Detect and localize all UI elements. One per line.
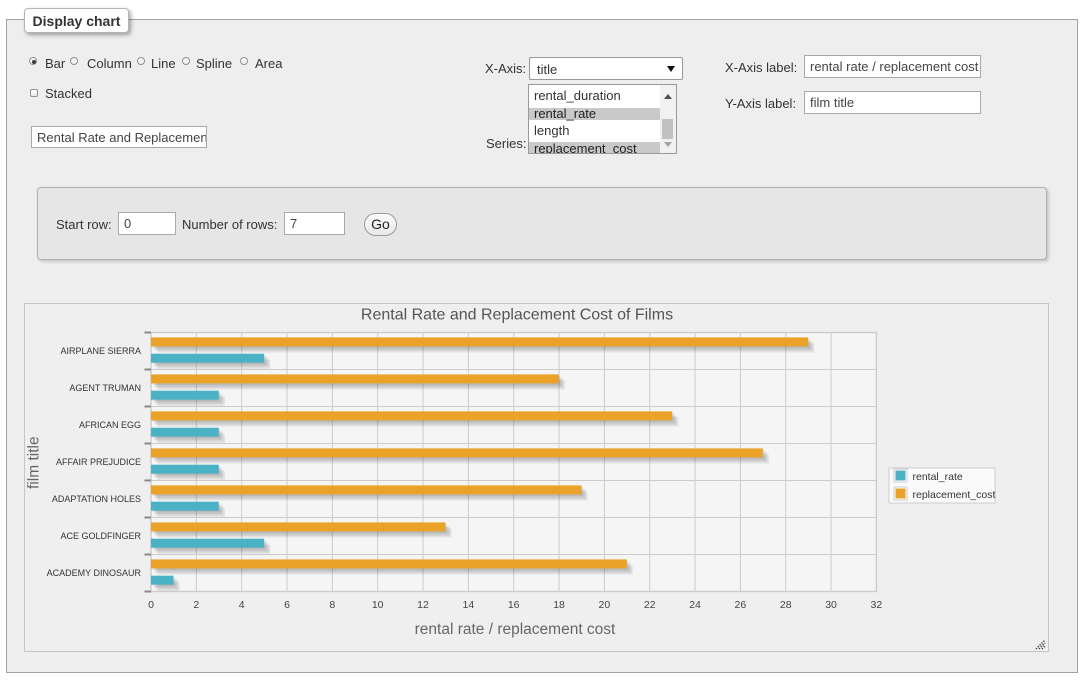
svg-text:6: 6: [284, 599, 290, 611]
svg-text:AFRICAN EGG: AFRICAN EGG: [79, 420, 141, 430]
svg-text:rental rate / replacement cost: rental rate / replacement cost: [415, 621, 616, 638]
svg-text:4: 4: [239, 599, 245, 611]
svg-text:22: 22: [644, 599, 656, 611]
svg-text:ACE GOLDFINGER: ACE GOLDFINGER: [60, 531, 141, 541]
svg-text:Rental Rate and Replacement Co: Rental Rate and Replacement Cost of Film…: [361, 306, 673, 323]
svg-text:replacement_cost: replacement_cost: [913, 489, 996, 501]
svg-text:rental_rate: rental_rate: [913, 471, 963, 483]
svg-text:0: 0: [148, 599, 154, 611]
svg-text:film title: film title: [26, 436, 43, 489]
svg-text:26: 26: [735, 599, 747, 611]
svg-text:32: 32: [871, 599, 883, 611]
svg-text:12: 12: [417, 599, 429, 611]
svg-text:14: 14: [463, 599, 475, 611]
svg-text:10: 10: [372, 599, 384, 611]
svg-text:20: 20: [599, 599, 611, 611]
svg-text:AGENT TRUMAN: AGENT TRUMAN: [69, 383, 141, 393]
svg-text:AIRPLANE SIERRA: AIRPLANE SIERRA: [60, 346, 141, 356]
svg-text:ACADEMY DINOSAUR: ACADEMY DINOSAUR: [47, 568, 142, 578]
svg-text:8: 8: [329, 599, 335, 611]
svg-text:24: 24: [689, 599, 701, 611]
svg-text:16: 16: [508, 599, 520, 611]
svg-text:2: 2: [193, 599, 199, 611]
svg-text:28: 28: [780, 599, 792, 611]
svg-text:AFFAIR PREJUDICE: AFFAIR PREJUDICE: [56, 457, 141, 467]
svg-text:30: 30: [825, 599, 837, 611]
svg-text:ADAPTATION HOLES: ADAPTATION HOLES: [52, 494, 141, 504]
svg-text:18: 18: [553, 599, 565, 611]
